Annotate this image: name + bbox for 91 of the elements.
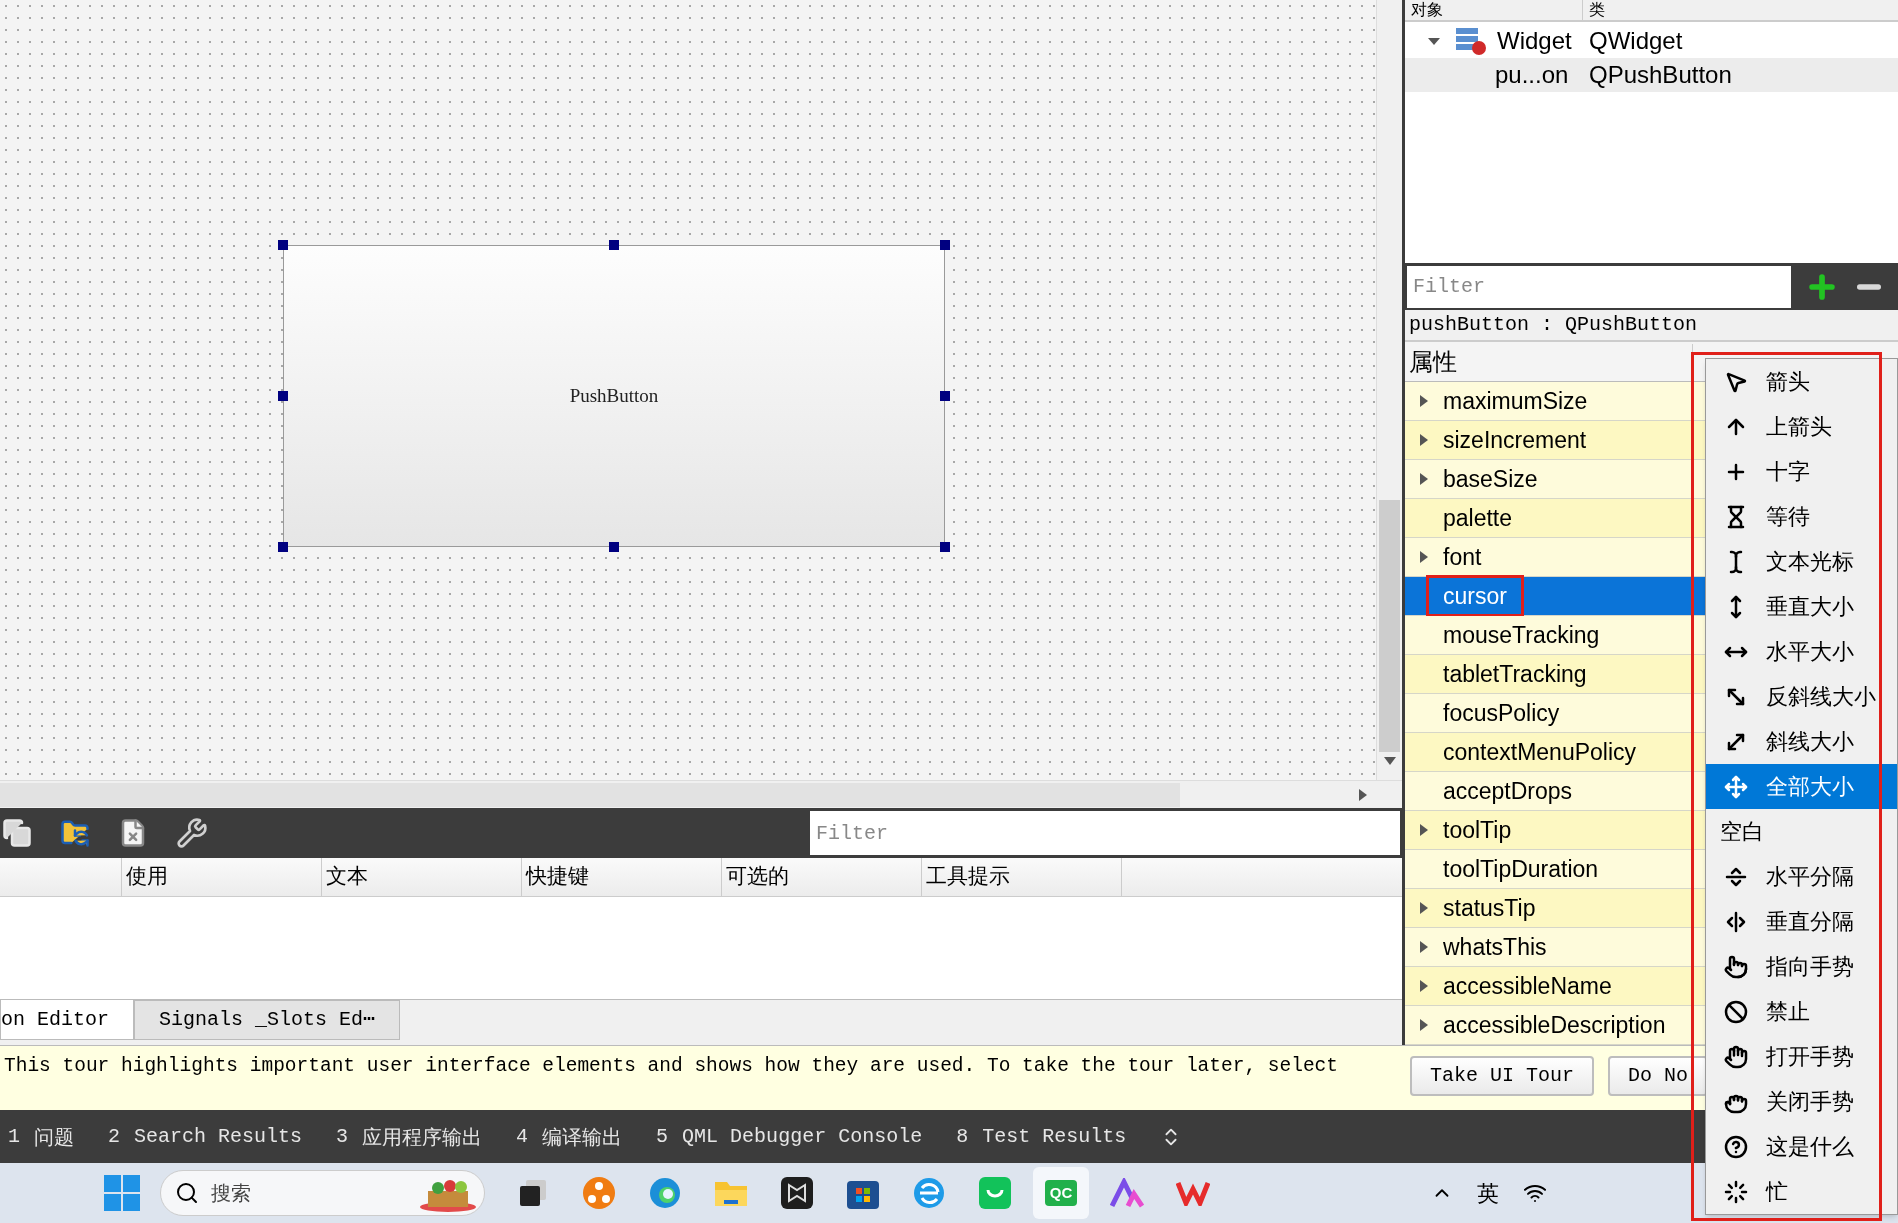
property-name: contextMenuPolicy bbox=[1442, 738, 1638, 767]
property-name: palette bbox=[1442, 504, 1514, 533]
folder-sync-icon[interactable] bbox=[60, 818, 90, 848]
expand-arrow-icon[interactable] bbox=[1419, 550, 1429, 564]
column-header[interactable]: 可选的 bbox=[722, 858, 922, 896]
open-hand-icon bbox=[1724, 1044, 1748, 1069]
class-label: pushButton : QPushButton bbox=[1408, 312, 1698, 338]
output-pane-tab[interactable]: 4 编译输出 bbox=[516, 1121, 623, 1152]
expand-arrow-icon[interactable] bbox=[1419, 433, 1429, 447]
copy-icon[interactable] bbox=[2, 818, 32, 848]
forbidden-icon bbox=[1724, 999, 1748, 1024]
busy-icon bbox=[1724, 1179, 1748, 1204]
expand-arrow-icon[interactable] bbox=[1419, 1018, 1429, 1032]
object-row[interactable]: pu...on QPushButton bbox=[1405, 58, 1898, 92]
browser-icon bbox=[912, 1176, 946, 1210]
object-class: QWidget bbox=[1589, 26, 1683, 56]
column-header[interactable]: 文本 bbox=[322, 858, 522, 896]
windows-logo-icon[interactable] bbox=[104, 1175, 140, 1211]
input-language[interactable]: 英 bbox=[1477, 1176, 1499, 1210]
network-app-icon bbox=[582, 1176, 616, 1210]
editor-tab[interactable]: Signals _Slots Ed⋯ bbox=[134, 1000, 401, 1040]
filter-field[interactable]: Filter bbox=[1407, 265, 1791, 308]
scroll-down-icon[interactable] bbox=[1382, 756, 1397, 766]
wrench-icon[interactable] bbox=[176, 817, 208, 849]
help-icon bbox=[1724, 1134, 1748, 1159]
output-pane-tab[interactable]: 3 应用程序输出 bbox=[336, 1121, 483, 1152]
move-icon bbox=[1724, 774, 1748, 799]
scrollbar-thumb[interactable] bbox=[1379, 500, 1400, 752]
object-name: Widget bbox=[1496, 26, 1573, 56]
property-name: toolTip bbox=[1442, 816, 1513, 845]
resize-handle[interactable] bbox=[940, 542, 950, 552]
push-button-widget[interactable]: PushButton bbox=[283, 245, 945, 547]
menu-item[interactable]: 这是什么 bbox=[1706, 1124, 1897, 1169]
property-name: focusPolicy bbox=[1442, 699, 1561, 728]
scroll-right-icon[interactable] bbox=[1358, 787, 1368, 802]
resize-handle[interactable] bbox=[609, 240, 619, 250]
property-name: sizeIncrement bbox=[1442, 426, 1588, 455]
browser-icon bbox=[648, 1176, 682, 1210]
column-header[interactable]: 工具提示 bbox=[922, 858, 1122, 896]
resize-handle[interactable] bbox=[940, 240, 950, 250]
chat-app-icon bbox=[979, 1177, 1011, 1209]
property-name: maximumSize bbox=[1442, 387, 1589, 416]
resize-handle[interactable] bbox=[940, 391, 950, 401]
resize-handle[interactable] bbox=[609, 542, 619, 552]
object-row[interactable]: Widget QWidget bbox=[1405, 24, 1898, 58]
column-header[interactable]: 使用 bbox=[122, 858, 322, 896]
property-name: font bbox=[1442, 543, 1483, 572]
resize-handle[interactable] bbox=[278, 391, 288, 401]
resize-handle[interactable] bbox=[278, 240, 288, 250]
output-pane-tab[interactable]: 5 QML Debugger Console bbox=[656, 1121, 923, 1152]
expand-arrow-icon[interactable] bbox=[1419, 394, 1429, 408]
output-pane-tab[interactable]: 1 问题 bbox=[8, 1121, 74, 1152]
widget-icon bbox=[1455, 26, 1487, 56]
pointing-hand-icon bbox=[1724, 954, 1748, 979]
property-name: tabletTracking bbox=[1442, 660, 1588, 689]
tour-button[interactable]: Take UI Tour bbox=[1410, 1056, 1595, 1096]
object-class: QPushButton bbox=[1589, 60, 1732, 90]
task-view-icon bbox=[518, 1178, 548, 1208]
property-name: cursor bbox=[1429, 578, 1521, 614]
expand-arrow-icon[interactable] bbox=[1419, 823, 1429, 837]
property-name: mouseTracking bbox=[1442, 621, 1601, 650]
search-field[interactable]: 搜索 bbox=[160, 1170, 485, 1216]
output-pane-tab[interactable]: 8 Test Results bbox=[956, 1121, 1127, 1152]
tour-message: This tour highlights important user interface elements and shows how they are used. To take the tour later, select bbox=[3, 1054, 1340, 1079]
output-pane-tab[interactable]: 2 Search Results bbox=[108, 1121, 303, 1152]
property-name: baseSize bbox=[1442, 465, 1539, 494]
property-name: accessibleName bbox=[1442, 972, 1613, 1001]
property-name: toolTipDuration bbox=[1442, 855, 1600, 884]
expand-arrow-icon[interactable] bbox=[1419, 979, 1429, 993]
filter-field[interactable]: Filter bbox=[810, 811, 1400, 855]
resize-handle[interactable] bbox=[278, 542, 288, 552]
menu-item[interactable]: 忙 bbox=[1706, 1169, 1897, 1214]
search-placeholder: 搜索 bbox=[211, 1180, 251, 1207]
search-icon bbox=[175, 1181, 199, 1205]
object-name: pu...on bbox=[1494, 60, 1570, 90]
expand-arrow-icon[interactable] bbox=[1419, 940, 1429, 954]
property-name: statusTip bbox=[1442, 894, 1537, 923]
scrollbar-thumb[interactable] bbox=[0, 782, 1180, 807]
expand-arrow-icon[interactable] bbox=[1419, 472, 1429, 486]
property-name: acceptDrops bbox=[1442, 777, 1574, 806]
editor-tab[interactable]: on Editor bbox=[0, 1000, 135, 1040]
expand-arrow-icon[interactable] bbox=[1419, 901, 1429, 915]
property-name: whatsThis bbox=[1442, 933, 1548, 962]
column-header[interactable]: 快捷键 bbox=[522, 858, 722, 896]
column-header[interactable]: 类 bbox=[1583, 0, 1605, 20]
menu-item[interactable]: 全部大小 bbox=[1706, 764, 1897, 809]
property-name: accessibleDescription bbox=[1442, 1011, 1667, 1040]
office-app-icon bbox=[1176, 1180, 1210, 1206]
column-header[interactable]: 对象 bbox=[1405, 0, 1583, 20]
menu-item[interactable]: 关闭手势 bbox=[1706, 1079, 1897, 1124]
vertical-split-icon bbox=[1724, 909, 1748, 934]
